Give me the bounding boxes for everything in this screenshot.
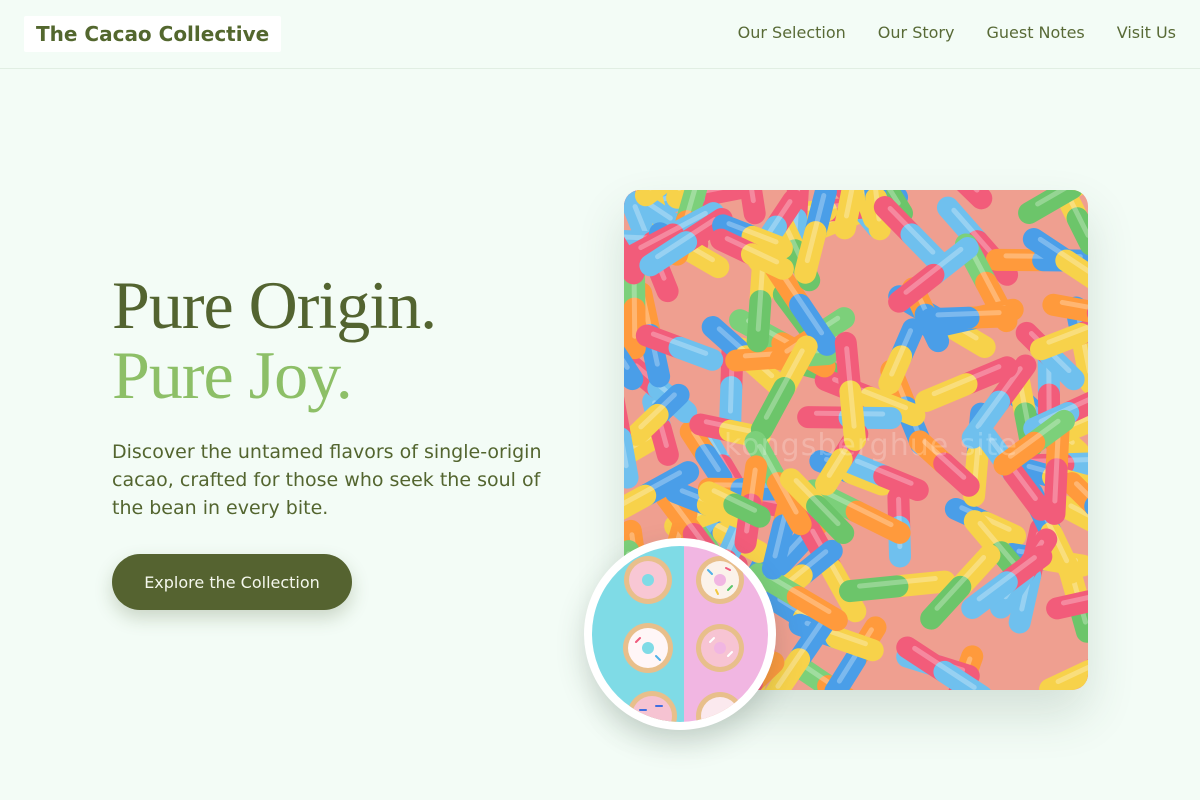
gummy-worm-segment	[919, 306, 980, 331]
donuts-image-frame	[584, 538, 776, 730]
main-nav: Our Selection Our Story Guest Notes Visi…	[738, 23, 1176, 43]
explore-collection-button[interactable]: Explore the Collection	[112, 554, 352, 610]
nav-guest-notes[interactable]: Guest Notes	[986, 23, 1084, 43]
site-header: The Cacao Collective Our Selection Our S…	[0, 0, 1200, 69]
nav-our-selection[interactable]: Our Selection	[738, 23, 846, 43]
hero-title: Pure Origin. Pure Joy.	[112, 267, 437, 413]
donuts-illustration	[592, 546, 768, 722]
hero-title-line1: Pure Origin.	[112, 267, 437, 343]
gummy-worm-segment	[634, 190, 671, 207]
gummy-worm-segment	[933, 452, 980, 497]
brand-logo[interactable]: The Cacao Collective	[24, 16, 282, 52]
hero-description: Discover the untamed flavors of single-o…	[112, 441, 542, 519]
gummy-worm-segment	[1039, 659, 1088, 690]
hero-title-line2: Pure Joy.	[112, 337, 353, 413]
nav-visit-us[interactable]: Visit Us	[1117, 23, 1176, 43]
nav-our-story[interactable]: Our Story	[878, 23, 955, 43]
donuts-image	[592, 546, 768, 722]
gummy-worm-segment	[900, 223, 950, 273]
gummy-worm-highlight	[935, 310, 1002, 318]
